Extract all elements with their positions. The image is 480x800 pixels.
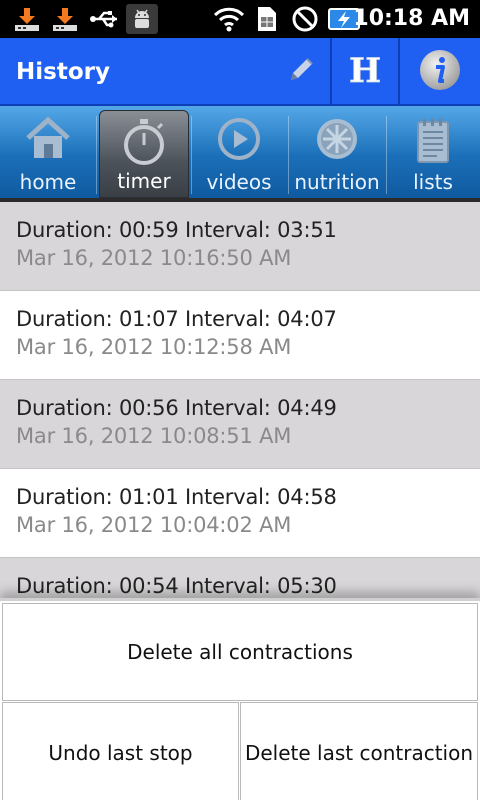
page-title: History xyxy=(16,59,110,85)
tab-separator xyxy=(96,116,97,194)
info-icon xyxy=(418,48,462,96)
tab-nutrition[interactable]: nutrition xyxy=(290,110,384,198)
tab-lists[interactable]: lists xyxy=(388,110,478,198)
undo-last-stop-button[interactable]: Undo last stop xyxy=(2,702,239,800)
tab-separator xyxy=(288,116,289,194)
history-list: Duration: 00:59 Interval: 03:51 Mar 16, … xyxy=(0,202,480,647)
tab-label: home xyxy=(19,170,77,194)
tab-label: timer xyxy=(117,169,171,193)
svg-text:H: H xyxy=(349,52,381,88)
info-button[interactable] xyxy=(400,38,480,106)
edit-button[interactable] xyxy=(272,38,330,106)
tab-label: nutrition xyxy=(294,170,380,194)
wifi-icon xyxy=(212,4,246,34)
title-bar: History H xyxy=(0,38,480,106)
tab-videos[interactable]: videos xyxy=(192,110,286,198)
tab-label: lists xyxy=(413,170,453,194)
stopwatch-icon xyxy=(120,117,168,171)
tab-home[interactable]: home xyxy=(2,110,94,198)
contraction-timestamp: Mar 16, 2012 10:12:58 AM xyxy=(16,335,292,359)
sim-icon xyxy=(254,4,280,34)
contraction-timestamp: Mar 16, 2012 10:04:02 AM xyxy=(16,513,292,537)
contraction-timestamp: Mar 16, 2012 10:08:51 AM xyxy=(16,424,292,448)
no-signal-icon xyxy=(290,4,320,34)
tab-separator xyxy=(386,116,387,194)
delete-last-contraction-button[interactable]: Delete last contraction xyxy=(240,702,478,800)
list-item[interactable]: Duration: 01:01 Interval: 04:58 Mar 16, … xyxy=(0,469,480,558)
contraction-timestamp: Mar 16, 2012 10:16:50 AM xyxy=(16,246,292,270)
tab-label: videos xyxy=(206,170,272,194)
help-h-icon: H xyxy=(347,51,383,92)
home-icon xyxy=(24,116,72,164)
help-button[interactable]: H xyxy=(332,38,398,106)
list-item[interactable]: Duration: 01:07 Interval: 04:07 Mar 16, … xyxy=(0,291,480,380)
contraction-summary: Duration: 01:07 Interval: 04:07 xyxy=(16,307,337,331)
status-bar: 10:18 AM xyxy=(0,0,480,38)
tab-timer[interactable]: timer xyxy=(99,110,189,198)
play-icon xyxy=(215,116,263,166)
list-item[interactable]: Duration: 00:59 Interval: 03:51 Mar 16, … xyxy=(0,202,480,291)
contraction-summary: Duration: 01:01 Interval: 04:58 xyxy=(16,485,337,509)
usb-icon xyxy=(88,4,122,34)
contraction-summary: Duration: 00:54 Interval: 05:30 xyxy=(16,574,337,598)
download-icon xyxy=(12,4,42,34)
status-time: 10:18 AM xyxy=(353,6,470,31)
contraction-summary: Duration: 00:59 Interval: 03:51 xyxy=(16,218,337,242)
delete-all-contractions-button[interactable]: Delete all contractions xyxy=(2,603,478,701)
download-icon xyxy=(50,4,80,34)
action-panel: Delete all contractions Undo last stop D… xyxy=(0,598,480,800)
android-debug-icon xyxy=(126,4,158,34)
contraction-summary: Duration: 00:56 Interval: 04:49 xyxy=(16,396,337,420)
tab-bar: home timer videos nutrition lists xyxy=(0,106,480,202)
edit-icon xyxy=(285,54,317,90)
nutrition-icon xyxy=(313,116,361,166)
list-item[interactable]: Duration: 00:56 Interval: 04:49 Mar 16, … xyxy=(0,380,480,469)
notepad-icon xyxy=(413,116,453,168)
